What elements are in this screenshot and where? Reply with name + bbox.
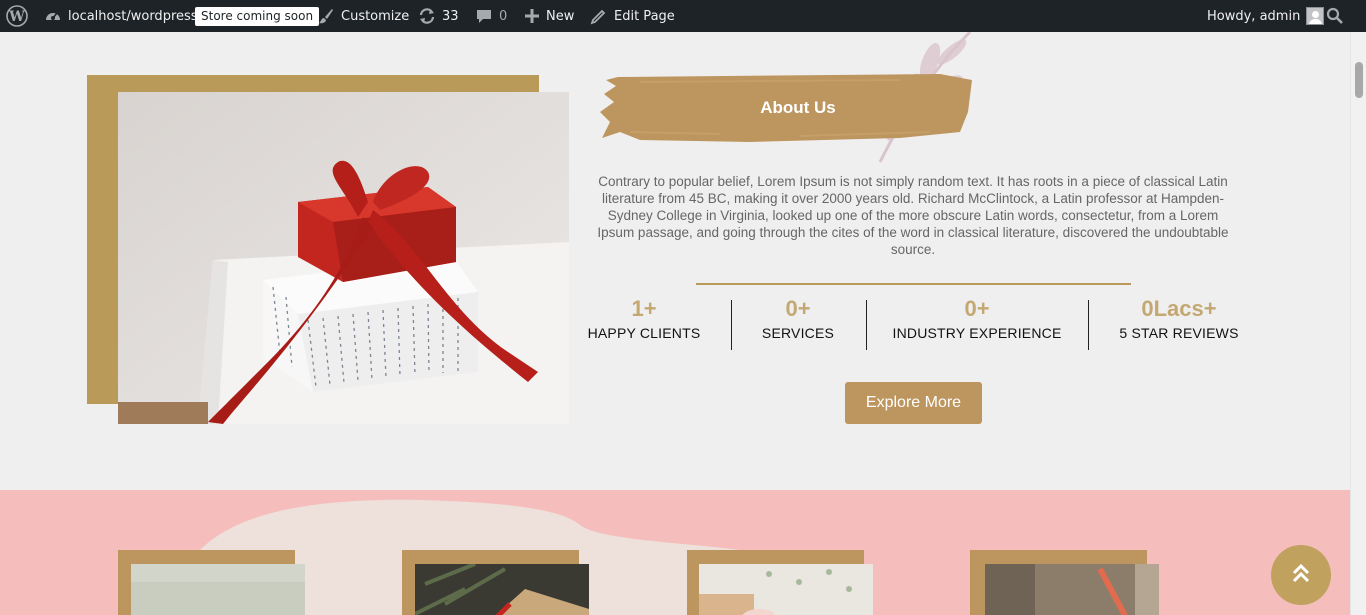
stat-label: HAPPY CLIENTS	[587, 325, 701, 341]
customize-link[interactable]: Customize	[317, 0, 409, 32]
edit-page-label: Edit Page	[614, 8, 675, 24]
explore-more-button[interactable]: Explore More	[845, 382, 982, 424]
search-icon	[1326, 7, 1344, 25]
stat-happy-clients: 1+ HAPPY CLIENTS	[584, 296, 704, 342]
stat-separator	[866, 300, 867, 350]
brush-icon	[317, 7, 335, 25]
refresh-icon	[418, 7, 436, 25]
comments-link[interactable]: 0	[475, 0, 507, 32]
about-description: Contrary to popular belief, Lorem Ipsum …	[597, 174, 1229, 257]
store-coming-soon-badge[interactable]: Store coming soon	[195, 0, 320, 32]
stat-separator	[731, 300, 732, 350]
product-card-image-2[interactable]	[415, 564, 589, 615]
gift-box-photo	[118, 92, 569, 424]
svg-text:W: W	[8, 9, 25, 25]
back-to-top-button[interactable]	[1271, 545, 1331, 605]
store-badge-label: Store coming soon	[195, 6, 320, 26]
stat-services: 0+ SERVICES	[748, 296, 848, 342]
wordpress-logo-button[interactable]: W	[6, 0, 28, 32]
stat-label: INDUSTRY EXPERIENCE	[892, 325, 1062, 341]
avatar	[1306, 7, 1325, 25]
dashboard-icon	[44, 7, 62, 25]
updates-count: 33	[442, 8, 459, 24]
plus-icon	[524, 8, 540, 24]
wp-admin-bar: W localhost/wordpress Store coming soon …	[0, 0, 1366, 32]
comment-icon	[475, 7, 493, 25]
howdy-label: Howdy, admin	[1207, 8, 1301, 24]
about-title: About Us	[760, 98, 836, 117]
scrollbar-thumb[interactable]	[1355, 62, 1363, 98]
new-content-menu[interactable]: New	[524, 0, 574, 32]
site-name-menu[interactable]: localhost/wordpress	[44, 0, 198, 32]
admin-search-button[interactable]	[1326, 0, 1344, 32]
stat-five-star-reviews: 0Lacs+ 5 STAR REVIEWS	[1108, 296, 1250, 342]
stat-value: 0+	[964, 296, 990, 321]
customize-label: Customize	[341, 8, 410, 24]
double-chevron-up-icon	[1290, 562, 1312, 588]
product-cards-section	[0, 490, 1350, 615]
pencil-icon	[590, 7, 608, 25]
product-card-image-3[interactable]	[699, 564, 873, 615]
stat-value: 0Lacs+	[1141, 296, 1217, 321]
about-section: About Us Contrary to popular belief, Lor…	[0, 30, 1350, 490]
stats-divider	[696, 283, 1131, 285]
edit-page-link[interactable]: Edit Page	[590, 0, 675, 32]
stat-label: SERVICES	[761, 325, 835, 341]
comments-count: 0	[499, 8, 508, 24]
page-scrollbar[interactable]	[1350, 32, 1366, 615]
stat-value: 1+	[631, 296, 657, 321]
site-name-label: localhost/wordpress	[68, 8, 198, 24]
product-card-image-4[interactable]	[985, 564, 1159, 615]
stat-value: 0+	[785, 296, 811, 321]
stat-separator	[1088, 300, 1089, 350]
stat-industry-experience: 0+ INDUSTRY EXPERIENCE	[882, 296, 1072, 342]
stat-label: 5 STAR REVIEWS	[1119, 325, 1239, 341]
updates-link[interactable]: 33	[418, 0, 459, 32]
product-card-image-1[interactable]	[131, 564, 305, 615]
new-label: New	[546, 8, 575, 24]
wordpress-icon: W	[6, 5, 28, 27]
my-account-menu[interactable]: Howdy, admin	[1207, 0, 1325, 32]
